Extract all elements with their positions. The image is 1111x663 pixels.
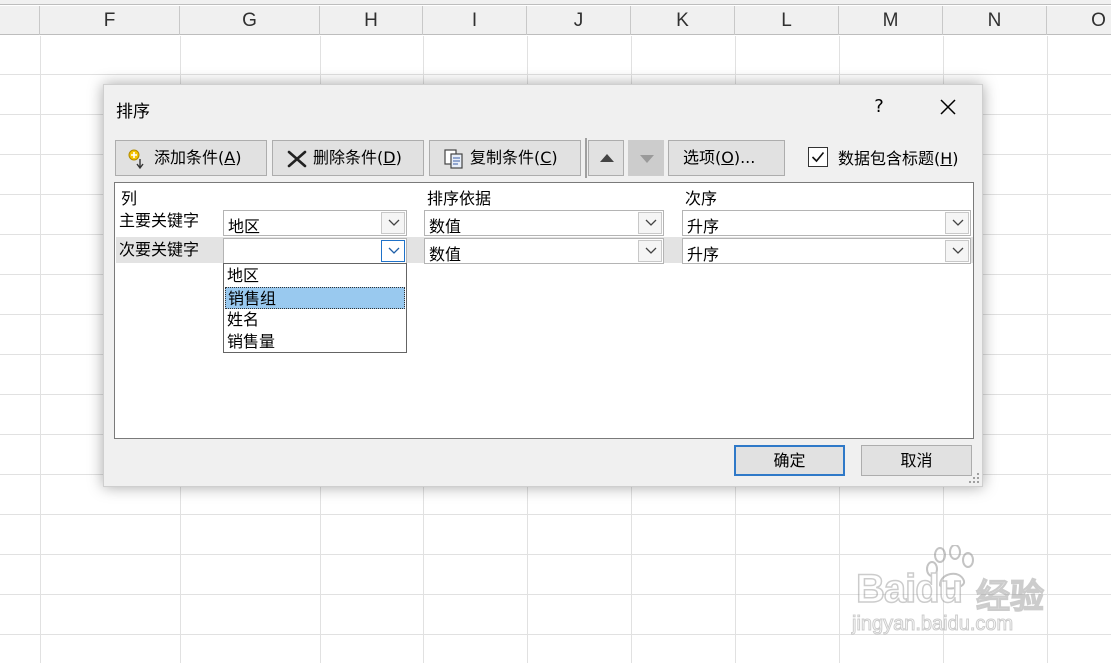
dropdown-button[interactable] [638,240,662,262]
chevron-down-icon [388,219,400,226]
baidu-watermark: Baidu 经验 jingyan.baidu.com [848,545,1058,645]
has-headers-hotkey: H [940,149,953,168]
add-level-hotkey: A [224,148,236,167]
check-icon [811,151,825,163]
paren: ) [235,148,242,167]
header-column: 列 [121,189,138,208]
paren: ) [395,148,402,167]
add-level-icon [128,149,144,170]
delete-level-hotkey: D [383,148,396,167]
dropdown-option[interactable]: 姓名 [225,309,405,331]
close-button[interactable] [930,93,966,121]
column-header[interactable]: I [423,6,527,35]
cancel-button[interactable]: 取消 [861,445,972,476]
header-sort-on: 排序依据 [427,189,492,208]
dropdown-button[interactable] [638,212,662,234]
has-headers-label[interactable]: 数据包含标题(H) [838,145,959,169]
chevron-down-icon [952,247,964,254]
watermark-url: jingyan.baidu.com [851,613,1014,636]
options-button[interactable]: 选项(O)... [668,140,785,176]
sort-levels-list: 列 排序依据 次序 主要关键字 地区 数值 升序 次要关键字 数值 升序 地区 … [114,182,974,439]
primary-sort-on-select[interactable]: 数值 [424,210,664,236]
options-hotkey: O [721,148,734,167]
toolbar-separator [585,138,587,178]
close-icon [940,99,956,115]
options-label: 选项( [683,148,722,167]
secondary-key-label: 次要关键字 [119,240,200,259]
copy-level-label: 复制条件( [470,148,541,167]
ribbon-edge [0,0,1111,5]
dropdown-button[interactable] [381,212,405,234]
dropdown-button[interactable] [945,240,969,262]
column-header[interactable]: G [180,6,320,35]
column-header-e[interactable] [0,6,40,35]
delete-level-label: 删除条件( [313,148,384,167]
has-headers-checkbox[interactable] [808,147,828,167]
secondary-order-select[interactable]: 升序 [682,238,971,264]
select-value: 升序 [687,245,720,264]
chevron-down-icon [388,247,400,254]
column-header[interactable]: J [527,6,631,35]
column-header-bar: F G H I J K L M N O [0,6,1111,35]
dropdown-button[interactable] [381,240,405,262]
column-dropdown-list: 地区 销售组 姓名 销售量 [223,263,407,353]
delete-level-button[interactable]: 删除条件(D) [272,140,424,176]
select-value: 数值 [429,217,462,236]
watermark-brand: Baidu [855,566,964,612]
chevron-down-icon [645,219,657,226]
ok-button[interactable]: 确定 [734,445,845,476]
help-button[interactable]: ? [864,93,894,121]
move-down-button[interactable] [628,140,664,176]
copy-icon [444,149,463,169]
add-level-button[interactable]: 添加条件(A) [115,140,267,176]
column-header[interactable]: M [839,6,943,35]
select-value: 地区 [228,217,261,236]
triangle-down-icon [640,155,654,163]
add-level-label: 添加条件( [154,148,225,167]
column-header[interactable]: F [40,6,180,35]
primary-column-select[interactable]: 地区 [223,210,407,236]
dropdown-option[interactable]: 地区 [225,265,405,287]
triangle-up-icon [600,154,614,162]
select-value: 升序 [687,217,720,236]
options-suffix: )... [733,148,756,167]
header-order: 次序 [685,189,718,208]
dropdown-option[interactable]: 销售量 [225,331,405,353]
secondary-column-select[interactable] [223,238,407,264]
chevron-down-icon [952,219,964,226]
has-headers-text: 数据包含标题( [838,149,941,168]
chevron-down-icon [645,247,657,254]
column-header[interactable]: H [320,6,423,35]
delete-icon [287,150,307,168]
dropdown-option-selected[interactable]: 销售组 [225,287,405,309]
move-up-button[interactable] [588,140,624,176]
resize-grip-icon[interactable] [968,472,980,484]
column-header[interactable]: L [735,6,839,35]
primary-order-select[interactable]: 升序 [682,210,971,236]
column-header[interactable]: O [1047,6,1111,35]
column-header[interactable]: N [943,6,1047,35]
watermark-brand-cn: 经验 [975,576,1044,617]
secondary-sort-on-select[interactable]: 数值 [424,238,664,264]
sort-dialog: 排序 ? 添加条件(A) 删除条件(D) 复制条件(C) 选项(O)... 数据… [103,84,983,487]
primary-key-label: 主要关键字 [119,211,200,230]
copy-level-hotkey: C [540,148,552,167]
paren: ) [952,149,959,168]
copy-level-button[interactable]: 复制条件(C) [429,140,581,176]
column-header[interactable]: K [631,6,735,35]
dialog-title: 排序 [116,102,150,122]
select-value: 数值 [429,245,462,264]
dropdown-button[interactable] [945,212,969,234]
paren: ) [551,148,558,167]
